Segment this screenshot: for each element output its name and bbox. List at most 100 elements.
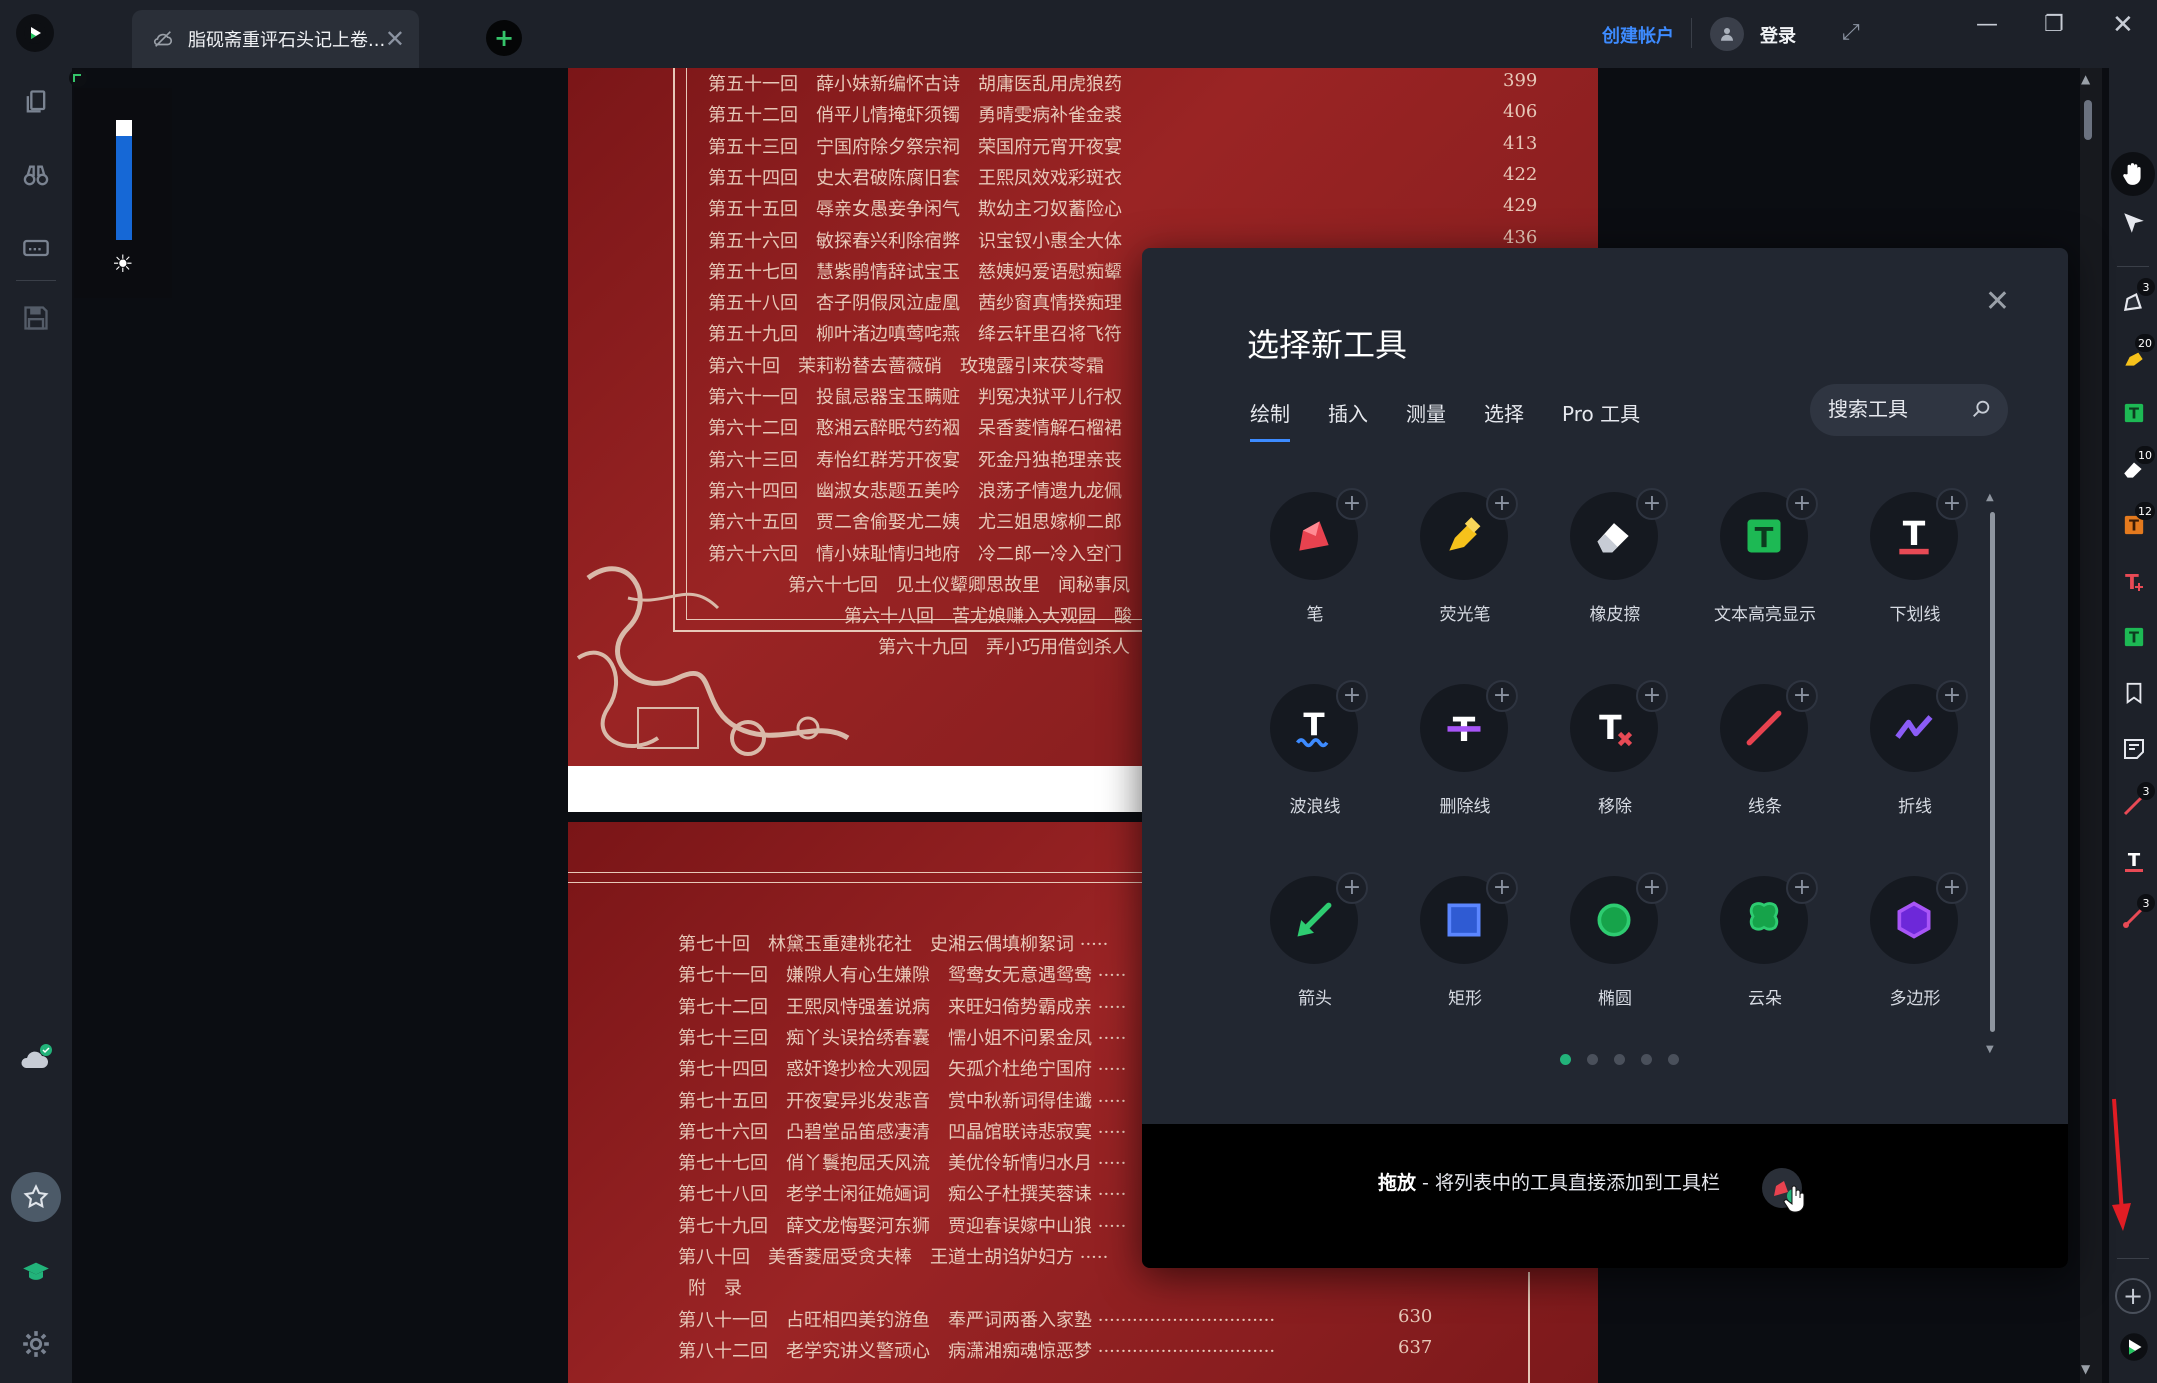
user-avatar-icon[interactable] [1710, 17, 1744, 51]
tab-draw[interactable]: 绘制 [1250, 398, 1290, 442]
toc-line: 第七十四回 惑奸谗抄检大观园 矢孤介杜绝宁国府 ····· [678, 1059, 1127, 1081]
add-arrow-button[interactable]: + [1336, 872, 1368, 904]
add-pen-button[interactable]: + [1336, 488, 1368, 520]
hand-tool-icon[interactable] [2111, 152, 2155, 196]
tool-text-highlight[interactable]: T + 文本高亮显示 [1690, 488, 1840, 662]
toc-line: 第七十回 林黛玉重建桃花社 史湘云偶填柳絮词 ····· [678, 934, 1109, 955]
eraser-count-badge: 10 [2135, 446, 2155, 464]
tool-pen[interactable]: + 笔 [1240, 488, 1390, 662]
favorites-button[interactable] [11, 1172, 61, 1222]
binoculars-icon[interactable] [22, 162, 50, 190]
svg-text:T: T [1599, 708, 1622, 747]
toolbar-pen-icon[interactable]: 3 [2119, 278, 2155, 316]
search-icon[interactable] [1970, 398, 1992, 420]
tool-polygon[interactable]: + 多边形 [1840, 872, 1990, 1046]
save-icon[interactable] [22, 304, 50, 332]
fullscreen-icon[interactable]: ⤢ [1842, 20, 1860, 45]
tool-squiggly[interactable]: T + 波浪线 [1240, 680, 1390, 854]
document-scrollbar-thumb[interactable] [2084, 100, 2092, 140]
tab-select[interactable]: 选择 [1484, 398, 1524, 442]
dialog-close-icon[interactable]: ✕ [1985, 284, 2010, 319]
document-scrollbar[interactable] [2080, 68, 2102, 1383]
tab-measure[interactable]: 测量 [1406, 398, 1446, 442]
toolbar-text-box-icon[interactable]: T 12 [2119, 502, 2155, 540]
title-bar: 脂砚斋重评石头记上卷... ✕ + 创建帐户 登录 ⤢ — ❐ ✕ [0, 0, 2157, 68]
add-remove-text-button[interactable]: + [1636, 680, 1668, 712]
page-dot-5[interactable] [1668, 1054, 1679, 1065]
add-highlighter-button[interactable]: + [1486, 488, 1518, 520]
scroll-up-icon[interactable]: ▲ [2081, 72, 2090, 86]
new-tab-button[interactable]: + [486, 20, 522, 56]
tool-rectangle[interactable]: + 矩形 [1390, 872, 1540, 1046]
create-account-link[interactable]: 创建帐户 [1602, 22, 1674, 48]
graduation-cap-icon[interactable] [22, 1258, 50, 1286]
settings-gear-icon[interactable] [22, 1330, 50, 1358]
minimize-icon[interactable]: — [1976, 12, 1998, 37]
page-dot-1[interactable] [1560, 1054, 1571, 1065]
scroll-down-icon[interactable]: ▼ [2081, 1362, 2090, 1376]
toc-line: 第八十回 美香菱屈受贪夫棒 王道士胡诌妒妇方 ····· [678, 1247, 1109, 1268]
add-strikeout-button[interactable]: + [1486, 680, 1518, 712]
login-button[interactable]: 登录 [1760, 22, 1796, 48]
brightness-slider-handle[interactable] [116, 120, 132, 136]
cloud-sync-icon[interactable] [18, 1042, 54, 1072]
tool-remove-text[interactable]: T + 移除 [1540, 680, 1690, 854]
tab-insert[interactable]: 插入 [1328, 398, 1368, 442]
add-text-highlight-button[interactable]: + [1786, 488, 1818, 520]
toolbar-bookmark-icon[interactable] [2119, 678, 2149, 708]
add-polyline-button[interactable]: + [1936, 680, 1968, 712]
toolbar-app-logo-icon[interactable] [2119, 1332, 2149, 1362]
cloud-off-icon [153, 31, 173, 47]
toolbar-highlighter-icon[interactable]: 20 [2119, 334, 2155, 372]
add-tool-button[interactable]: + [2115, 1278, 2151, 1314]
tool-highlighter[interactable]: + 荧光笔 [1390, 488, 1540, 662]
page-dot-3[interactable] [1614, 1054, 1625, 1065]
tool-label: 橡皮擦 [1589, 605, 1641, 625]
add-polygon-button[interactable]: + [1936, 872, 1968, 904]
arrow-count-badge: 3 [2137, 894, 2155, 912]
page-dot-2[interactable] [1587, 1054, 1598, 1065]
tool-line[interactable]: + 线条 [1690, 680, 1840, 854]
toolbar-underline-icon[interactable]: T [2119, 846, 2149, 876]
pages-icon[interactable] [22, 88, 50, 116]
form-field-icon[interactable] [22, 234, 50, 262]
add-line-button[interactable]: + [1786, 680, 1818, 712]
app-logo[interactable] [16, 14, 54, 52]
add-cloud-shape-button[interactable]: + [1786, 872, 1818, 904]
tool-list-scrollbar-thumb[interactable] [1990, 512, 1995, 1032]
document-tab[interactable]: 脂砚斋重评石头记上卷... ✕ [132, 10, 419, 68]
add-rectangle-button[interactable]: + [1486, 872, 1518, 904]
tab-pro-tools[interactable]: Pro 工具 [1562, 398, 1640, 442]
select-arrow-icon[interactable] [2119, 208, 2149, 238]
search-input[interactable] [1828, 398, 1958, 422]
page-dot-4[interactable] [1641, 1054, 1652, 1065]
tool-cloud-shape[interactable]: + 云朵 [1690, 872, 1840, 1046]
toolbar-arrow-icon[interactable]: 3 [2119, 894, 2155, 932]
add-underline-button[interactable]: + [1936, 488, 1968, 520]
list-scroll-up-icon[interactable]: ▲ [1986, 492, 1994, 503]
toolbar-text-highlight-icon[interactable]: T [2119, 398, 2149, 428]
restore-icon[interactable]: ❐ [2044, 12, 2064, 37]
tool-eraser[interactable]: + 橡皮擦 [1540, 488, 1690, 662]
tool-arrow[interactable]: + 箭头 [1240, 872, 1390, 1046]
window-close-icon[interactable]: ✕ [2112, 10, 2134, 40]
toolbar-free-text-icon[interactable]: T [2119, 566, 2149, 596]
tool-underline[interactable]: T + 下划线 [1840, 488, 1990, 662]
toolbar-eraser-icon[interactable]: 10 [2119, 446, 2155, 484]
tool-polyline[interactable]: + 折线 [1840, 680, 1990, 854]
toc-line: 第六十二回 憨湘云醉眠芍药裀 呆香菱情解石榴裙 [708, 418, 1122, 440]
list-scroll-down-icon[interactable]: ▼ [1986, 1044, 1994, 1055]
tool-ellipse[interactable]: + 椭圆 [1540, 872, 1690, 1046]
brightness-slider[interactable] [116, 120, 132, 240]
toolbar-text-highlight-2-icon[interactable]: T [2119, 622, 2149, 652]
tool-list-scrollbar[interactable]: ▲ ▼ [1986, 492, 1996, 1058]
tool-strikeout[interactable]: T + 删除线 [1390, 680, 1540, 854]
toolbar-line-icon[interactable]: 3 [2119, 782, 2155, 820]
tool-label: 箭头 [1298, 989, 1332, 1009]
toolbar-note-icon[interactable] [2119, 734, 2149, 764]
add-squiggly-button[interactable]: + [1336, 680, 1368, 712]
add-ellipse-button[interactable]: + [1636, 872, 1668, 904]
tab-close-icon[interactable]: ✕ [385, 27, 405, 51]
add-eraser-button[interactable]: + [1636, 488, 1668, 520]
toc-line: 第六十七回 见土仪颦卿思故里 闻秘事凤 [788, 574, 1130, 596]
